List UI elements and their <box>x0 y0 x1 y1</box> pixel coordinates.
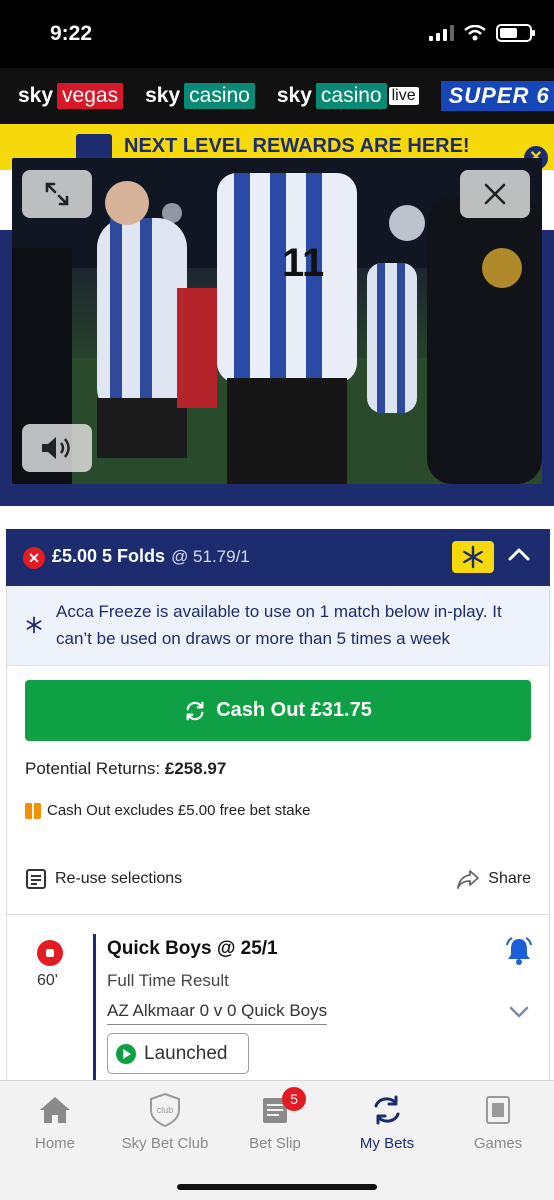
cash-out-button[interactable]: Cash Out £31.75 <box>25 680 531 741</box>
status-icons <box>429 24 535 42</box>
bet-card: Acca Freeze is available to use on 1 mat… <box>6 586 550 1106</box>
play-icon <box>116 1043 136 1064</box>
tab-bar: Home club Sky Bet Club 5 Bet Slip My Bet… <box>0 1080 554 1200</box>
brand-sky: sky <box>145 84 181 107</box>
games-icon <box>486 1096 510 1124</box>
cash-out-label: Cash Out £31.75 <box>216 699 372 721</box>
volume-button[interactable] <box>22 424 92 472</box>
brand-sky: sky <box>18 84 54 107</box>
share-icon <box>457 870 480 889</box>
brand-super6: SUPER 6 <box>440 81 554 111</box>
selection-match-link[interactable]: AZ Alkmaar 0 v 0 Quick Boys <box>107 1001 328 1025</box>
bet-odds: @ 51.79/1 <box>171 547 250 566</box>
launched-label: Launched <box>144 1042 228 1064</box>
club-icon: club <box>150 1092 180 1128</box>
potential-returns: Potential Returns: £258.97 <box>25 759 226 779</box>
divider <box>7 914 549 915</box>
super6-link[interactable]: SUPER 6 <box>440 81 554 111</box>
share-button[interactable]: Share <box>456 868 531 890</box>
status-bar: 9:22 <box>0 0 554 68</box>
expand-icon <box>45 182 69 206</box>
home-icon <box>40 1097 70 1123</box>
tab-bet-slip[interactable]: 5 Bet Slip <box>220 1087 330 1152</box>
gift-icon <box>25 802 41 819</box>
tab-my-bets[interactable]: My Bets <box>332 1093 442 1152</box>
returns-label: Potential Returns: <box>25 759 161 778</box>
share-label: Share <box>488 870 531 887</box>
acca-freeze-badge[interactable] <box>452 541 494 573</box>
refresh-icon <box>186 701 204 720</box>
bet-header[interactable]: ✕ £5.00 5 Folds @ 51.79/1 <box>6 529 550 586</box>
free-bet-note-text: Cash Out excludes £5.00 free bet stake <box>47 802 311 819</box>
bet-slip-count-badge: 5 <box>282 1087 306 1111</box>
chevron-up-icon[interactable] <box>508 547 530 561</box>
list-icon <box>26 869 46 889</box>
video-player[interactable]: 11 <box>12 158 542 484</box>
wifi-icon <box>464 25 486 41</box>
brand-live: live <box>388 87 419 105</box>
brand-casino: casino <box>184 83 255 109</box>
match-minute: 60' <box>37 972 58 989</box>
brand-sky: sky <box>276 84 312 107</box>
close-video-button[interactable] <box>460 170 530 218</box>
tab-label: Bet Slip <box>249 1135 301 1152</box>
snowflake-icon <box>26 616 42 634</box>
speaker-icon <box>42 437 70 459</box>
freeze-info-text: Acca Freeze is available to use on 1 mat… <box>56 602 502 648</box>
reuse-label: Re-use selections <box>55 870 183 887</box>
tab-label: Sky Bet Club <box>121 1135 209 1152</box>
shirt-number: 11 <box>282 241 324 285</box>
tab-label: Home <box>34 1135 75 1152</box>
chevron-down-icon[interactable] <box>509 1006 529 1018</box>
bell-icon[interactable] <box>505 936 533 966</box>
void-icon: ✕ <box>23 547 45 569</box>
tab-games[interactable]: Games <box>443 1093 553 1152</box>
gift-icon <box>76 134 112 160</box>
svg-text:club: club <box>157 1105 174 1115</box>
status-time: 9:22 <box>50 22 93 45</box>
tab-label: Games <box>473 1135 523 1152</box>
brand-vegas: vegas <box>57 83 124 109</box>
tab-home[interactable]: Home <box>0 1093 110 1152</box>
reuse-selections-button[interactable]: Re-use selections <box>25 868 182 890</box>
sky-vegas-link[interactable]: sky vegas <box>18 83 124 109</box>
bet-title: £5.00 5 Folds @ 51.79/1 <box>52 546 250 567</box>
acca-freeze-info: Acca Freeze is available to use on 1 mat… <box>7 586 549 666</box>
brand-bar: sky vegas sky casino sky casino live SUP… <box>0 68 554 124</box>
sky-casino-link[interactable]: sky casino <box>145 83 255 109</box>
home-indicator <box>177 1184 377 1190</box>
battery-icon <box>496 24 535 42</box>
sky-casino-live-link[interactable]: sky casino live <box>277 83 419 109</box>
brand-casino: casino <box>315 83 387 109</box>
selection-title: Quick Boys @ 25/1 <box>107 938 278 959</box>
mybets-icon <box>374 1095 400 1125</box>
bet-stake-title: £5.00 5 Folds <box>52 546 166 566</box>
football-icon <box>37 940 63 966</box>
free-bet-note: Cash Out excludes £5.00 free bet stake <box>25 802 311 819</box>
selection-market: Full Time Result <box>107 971 229 990</box>
tab-sky-bet-club[interactable]: club Sky Bet Club <box>110 1092 220 1152</box>
tab-label: My Bets <box>359 1135 415 1152</box>
promo-text: NEXT LEVEL REWARDS ARE HERE! <box>124 135 470 157</box>
snowflake-icon <box>463 545 483 569</box>
signal-icon <box>429 25 454 41</box>
launched-badge: Launched <box>107 1033 249 1074</box>
returns-value: £258.97 <box>164 759 227 778</box>
fullscreen-button[interactable] <box>22 170 92 218</box>
close-icon <box>484 183 506 205</box>
